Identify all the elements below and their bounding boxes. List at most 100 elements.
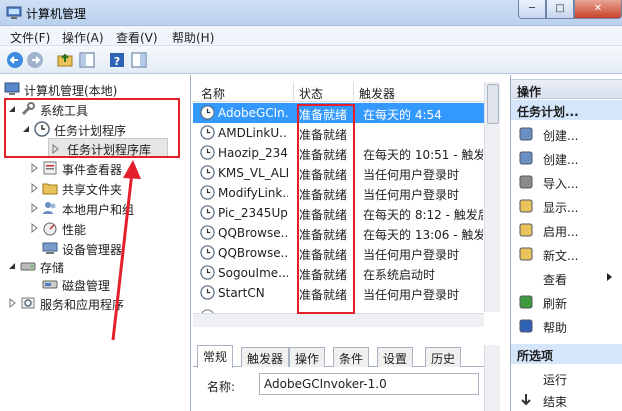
task-clock-icon — [200, 265, 215, 280]
action-label: 导入... — [543, 177, 579, 191]
action-label: 运行 — [543, 373, 568, 387]
tab-settings[interactable]: 设置 — [377, 347, 414, 367]
action-item[interactable]: 新文... — [511, 243, 622, 265]
task-clock-icon — [200, 185, 215, 200]
tab-conditions[interactable]: 条件 — [333, 347, 370, 367]
task-trigger: 在每天的 13:06 - 触发后 — [363, 228, 483, 242]
show-action-pane-icon[interactable] — [130, 51, 148, 69]
list-vertical-scrollbar[interactable] — [484, 82, 500, 312]
folder-up-icon[interactable] — [56, 51, 74, 69]
task-name: QQBrowse... — [218, 246, 288, 260]
import-icon — [519, 175, 533, 189]
action-label: 帮助 — [543, 321, 568, 335]
task-clock-icon — [200, 205, 215, 220]
close-button[interactable]: ✕ — [574, 0, 622, 19]
tab-actions[interactable]: 操作 — [289, 347, 326, 367]
column-status[interactable]: 状态 — [299, 85, 323, 102]
list-header: 名称 状态 触发器 — [193, 82, 484, 102]
action-item[interactable]: 显示... — [511, 195, 622, 217]
actions-header: 操作 — [511, 79, 622, 99]
task-clock-icon — [200, 145, 215, 160]
tab-history[interactable]: 历史 — [425, 347, 462, 367]
shared-folder-icon — [42, 183, 58, 195]
task-clock-icon — [200, 225, 215, 240]
tree-label: 共享文件夹 — [62, 183, 123, 197]
maximize-button[interactable]: □ — [546, 0, 574, 19]
collapsed-arrow-icon[interactable] — [8, 298, 16, 308]
help-icon[interactable]: ? — [108, 51, 126, 69]
action-label: 创建... — [543, 153, 579, 167]
task-trigger: 当任何用户登录时 — [363, 188, 460, 202]
create-task-icon — [519, 151, 533, 165]
task-name: SogouIme... — [218, 266, 288, 280]
action-label: 新文... — [543, 249, 579, 263]
menu-view[interactable]: 查看(V) — [116, 29, 158, 46]
window-title: 计算机管理 — [26, 7, 87, 21]
detail-name-field[interactable]: AdobeGCInvoker-1.0 — [259, 373, 479, 395]
collapsed-arrow-icon[interactable] — [30, 223, 38, 233]
task-trigger: 当任何用户登录时 — [363, 168, 460, 182]
action-item[interactable]: 创建... — [511, 123, 622, 145]
collapsed-arrow-icon[interactable] — [30, 163, 38, 173]
action-item[interactable]: 导入... — [511, 171, 622, 193]
computer-management-icon — [6, 6, 22, 19]
tab-general[interactable]: 常规 — [197, 345, 234, 368]
action-run[interactable]: 运行 — [511, 367, 622, 389]
column-separator[interactable] — [293, 82, 294, 102]
detail-tabs: 常规 触发器 操作 条件 设置 历史 — [193, 345, 484, 368]
collapsed-arrow-icon[interactable] — [30, 203, 38, 213]
forward-arrow-icon[interactable] — [26, 51, 44, 69]
performance-icon — [43, 222, 57, 236]
tree-label: 服务和应用程序 — [40, 298, 125, 312]
tree-label: 事件查看器 — [62, 163, 123, 177]
menu-file[interactable]: 文件(F) — [10, 29, 50, 46]
action-item[interactable]: 刷新 — [511, 291, 622, 313]
minimize-button[interactable]: ─ — [518, 0, 546, 19]
task-trigger: 当任何用户登录时 — [363, 288, 460, 302]
task-trigger: 当任何用户登录时 — [363, 248, 460, 262]
collapsed-arrow-icon[interactable] — [30, 183, 38, 193]
list-horizontal-scrollbar[interactable] — [193, 313, 484, 327]
computer-icon — [4, 82, 20, 95]
task-name: AMDLinkU... — [218, 126, 288, 140]
task-clock-icon — [200, 285, 215, 300]
task-trigger: 在系统启动时 — [363, 268, 436, 282]
new-folder-icon — [519, 247, 533, 261]
show-icon — [519, 199, 533, 213]
tree-label: 存储 — [40, 261, 65, 275]
storage-icon — [20, 262, 36, 271]
task-name: QQBrowse... — [218, 226, 288, 240]
action-item[interactable]: 启用... — [511, 219, 622, 241]
enable-icon — [519, 223, 533, 237]
submenu-arrow-icon — [607, 273, 612, 281]
expanded-arrow-icon[interactable] — [8, 261, 16, 271]
services-icon — [21, 297, 35, 309]
device-manager-icon — [42, 242, 58, 254]
actions-subheader[interactable]: 任务计划... — [511, 100, 622, 120]
task-name: StartCN — [218, 286, 265, 300]
show-tree-icon[interactable] — [78, 51, 96, 69]
action-item[interactable]: 帮助 — [511, 315, 622, 337]
menu-help[interactable]: 帮助(H) — [172, 29, 214, 46]
tree-label: 本地用户和组 — [62, 203, 135, 217]
detail-scrollbar[interactable] — [484, 345, 500, 411]
action-item[interactable]: 查看 — [511, 267, 622, 289]
action-item[interactable]: 创建... — [511, 147, 622, 169]
detail-name-label: 名称: — [207, 380, 236, 394]
action-label: 结束 — [543, 395, 568, 409]
tree-label: 性能 — [62, 223, 87, 237]
users-icon — [43, 202, 56, 214]
task-name: Pic_2345Up... — [218, 206, 288, 220]
action-end[interactable]: 结束 — [511, 389, 622, 411]
column-trigger[interactable]: 触发器 — [359, 85, 395, 102]
column-name[interactable]: 名称 — [201, 85, 225, 102]
title-bar: 计算机管理 ─ □ ✕ — [0, 0, 622, 26]
scrollbar-thumb[interactable] — [487, 84, 499, 124]
task-trigger: 在每天的 8:12 - 触发后 — [363, 208, 483, 222]
toolbar: ? — [0, 46, 622, 74]
column-separator[interactable] — [353, 82, 354, 102]
menu-action[interactable]: 操作(A) — [62, 29, 104, 46]
back-arrow-icon[interactable] — [6, 51, 24, 69]
selected-item-header[interactable]: 所选项 — [511, 344, 622, 364]
tab-triggers[interactable]: 触发器 — [241, 347, 290, 367]
